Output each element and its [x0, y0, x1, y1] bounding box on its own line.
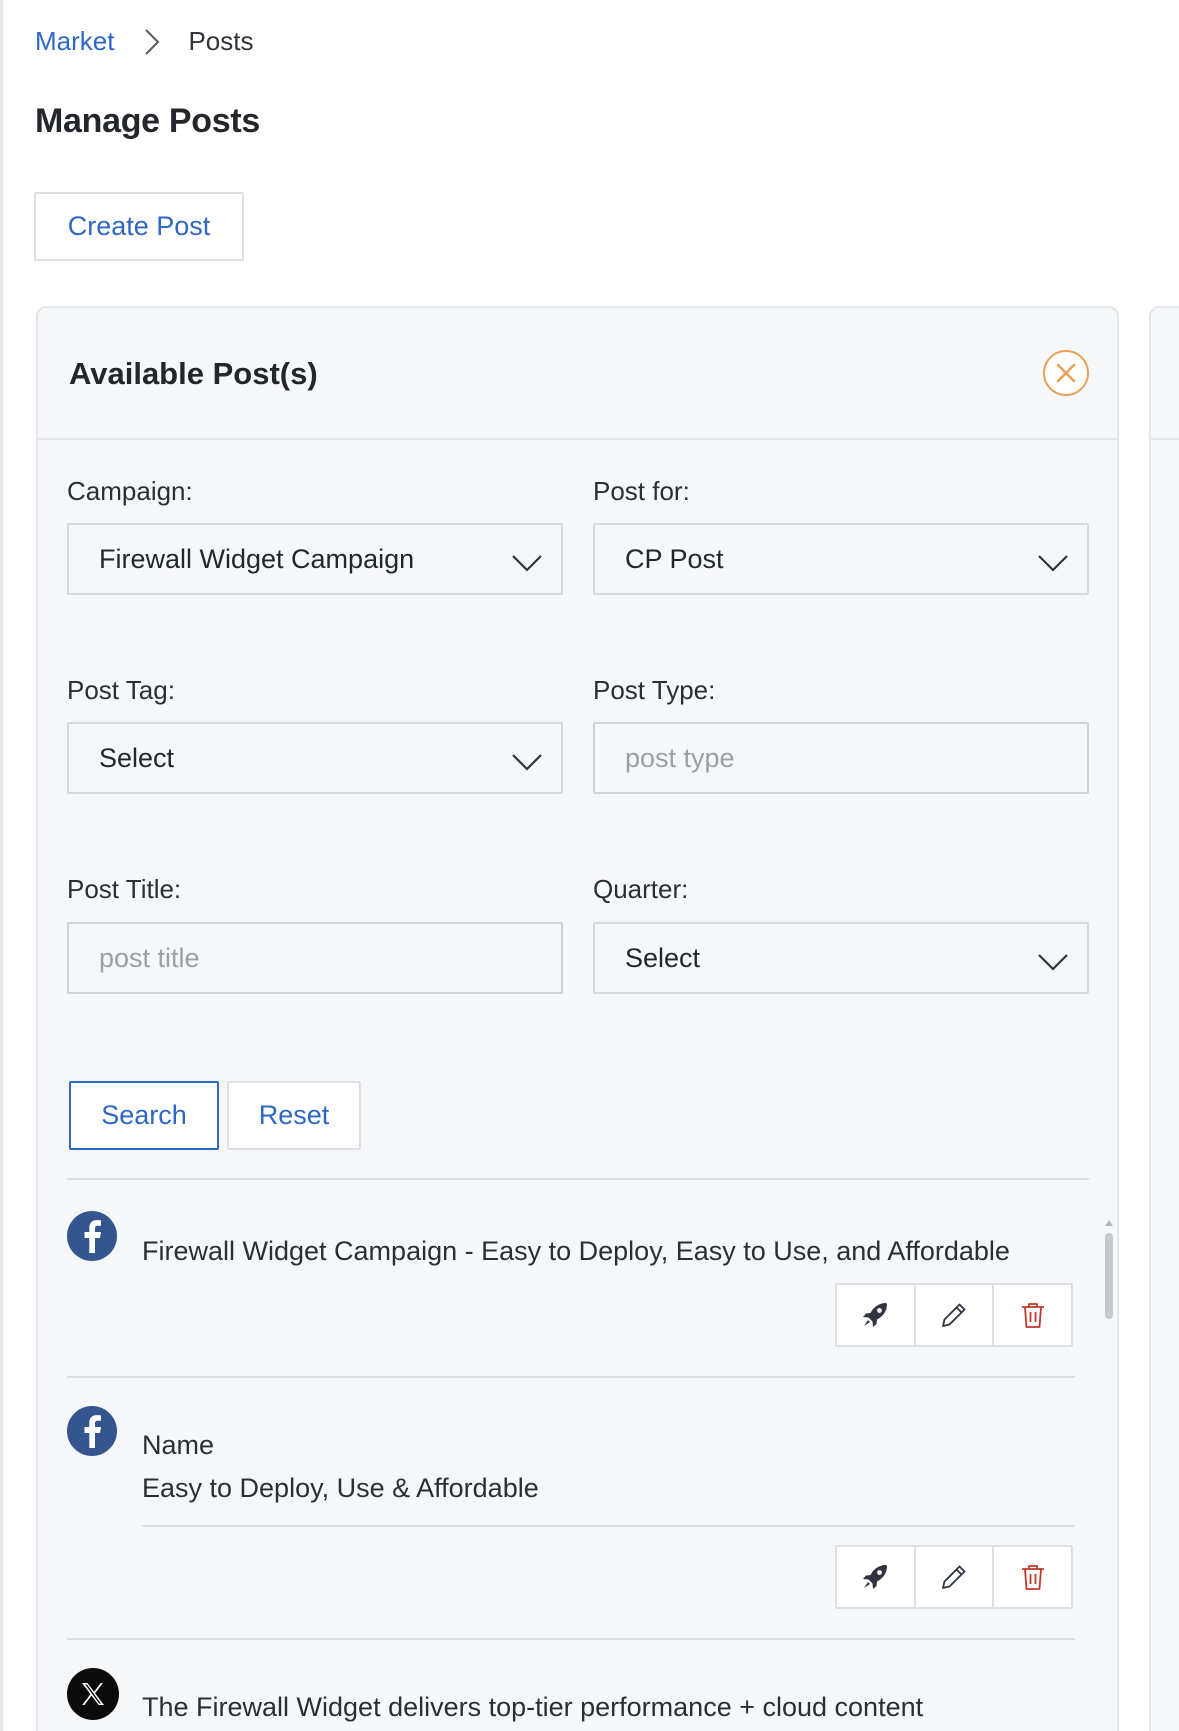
pencil-icon [939, 1562, 969, 1592]
divider [142, 1525, 1075, 1527]
create-post-button[interactable]: Create Post [34, 192, 244, 261]
post-for-label: Post for: [593, 476, 690, 506]
publish-button[interactable] [837, 1547, 914, 1607]
scroll-up-arrow-icon[interactable] [1104, 1215, 1114, 1233]
post-type-field[interactable] [593, 722, 1089, 794]
post-type-label: Post Type: [593, 675, 716, 705]
secondary-panel-edge [1149, 306, 1179, 1731]
facebook-icon [67, 1406, 117, 1456]
divider [67, 1376, 1075, 1378]
delete-button[interactable] [992, 1547, 1071, 1607]
post-title-label: Post Title: [67, 874, 182, 904]
breadcrumb-link-market[interactable]: Market [35, 26, 114, 57]
panel-title: Available Post(s) [69, 356, 318, 391]
post-actions [835, 1283, 1073, 1347]
edit-button[interactable] [913, 1285, 993, 1345]
post-for-select-value: CP Post [625, 543, 724, 574]
post-type-input[interactable] [625, 742, 1087, 774]
post-text: Easy to Deploy, Use & Affordable [142, 1473, 539, 1503]
quarter-select-value: Select [625, 942, 701, 973]
post-tag-select-value: Select [99, 742, 175, 773]
divider [67, 1178, 1089, 1180]
close-icon [1055, 362, 1077, 384]
breadcrumb-current-posts: Posts [188, 26, 254, 56]
campaign-select-value: Firewall Widget Campaign [99, 543, 415, 574]
campaign-label: Campaign: [67, 476, 193, 506]
chevron-down-icon [1037, 948, 1069, 979]
breadcrumb: Market Posts [35, 26, 254, 57]
scrollbar-thumb[interactable] [1105, 1233, 1113, 1319]
reset-button[interactable]: Reset [227, 1081, 361, 1150]
post-tag-label: Post Tag: [67, 675, 175, 705]
trash-icon [1019, 1300, 1047, 1330]
chevron-down-icon [1037, 549, 1069, 580]
divider [1151, 438, 1179, 440]
post-actions [835, 1545, 1073, 1609]
divider [67, 1638, 1075, 1640]
page-title: Manage Posts [35, 102, 261, 140]
edit-button[interactable] [913, 1547, 993, 1607]
search-button[interactable]: Search [69, 1081, 219, 1150]
rocket-icon [859, 1561, 891, 1593]
close-panel-button[interactable] [1043, 350, 1089, 396]
rocket-icon [859, 1299, 891, 1331]
post-title-input[interactable] [99, 942, 561, 974]
delete-button[interactable] [992, 1285, 1071, 1345]
post-text: Firewall Widget Campaign - Easy to Deplo… [142, 1236, 1010, 1266]
chevron-right-icon [144, 28, 160, 56]
campaign-select[interactable]: Firewall Widget Campaign [67, 523, 563, 595]
post-text: The Firewall Widget delivers top-tier pe… [142, 1692, 924, 1722]
scrollbar[interactable] [1104, 1215, 1114, 1731]
page: Market Posts Manage Posts Create Post Av… [0, 0, 1179, 1731]
panel-header: Available Post(s) [38, 308, 1117, 440]
post-tag-select[interactable]: Select [67, 722, 563, 794]
quarter-select[interactable]: Select [593, 922, 1089, 994]
facebook-icon [67, 1211, 117, 1261]
x-icon [67, 1668, 119, 1720]
post-title-field[interactable] [67, 922, 563, 994]
available-posts-panel: Available Post(s) Campaign: Firewall Wid… [36, 306, 1119, 1731]
post-for-select[interactable]: CP Post [593, 523, 1089, 595]
post-name-label: Name [142, 1430, 215, 1460]
publish-button[interactable] [837, 1285, 914, 1345]
pencil-icon [939, 1300, 969, 1330]
chevron-down-icon [511, 549, 543, 580]
quarter-label: Quarter: [593, 874, 689, 904]
chevron-down-icon [511, 748, 543, 779]
trash-icon [1019, 1562, 1047, 1592]
